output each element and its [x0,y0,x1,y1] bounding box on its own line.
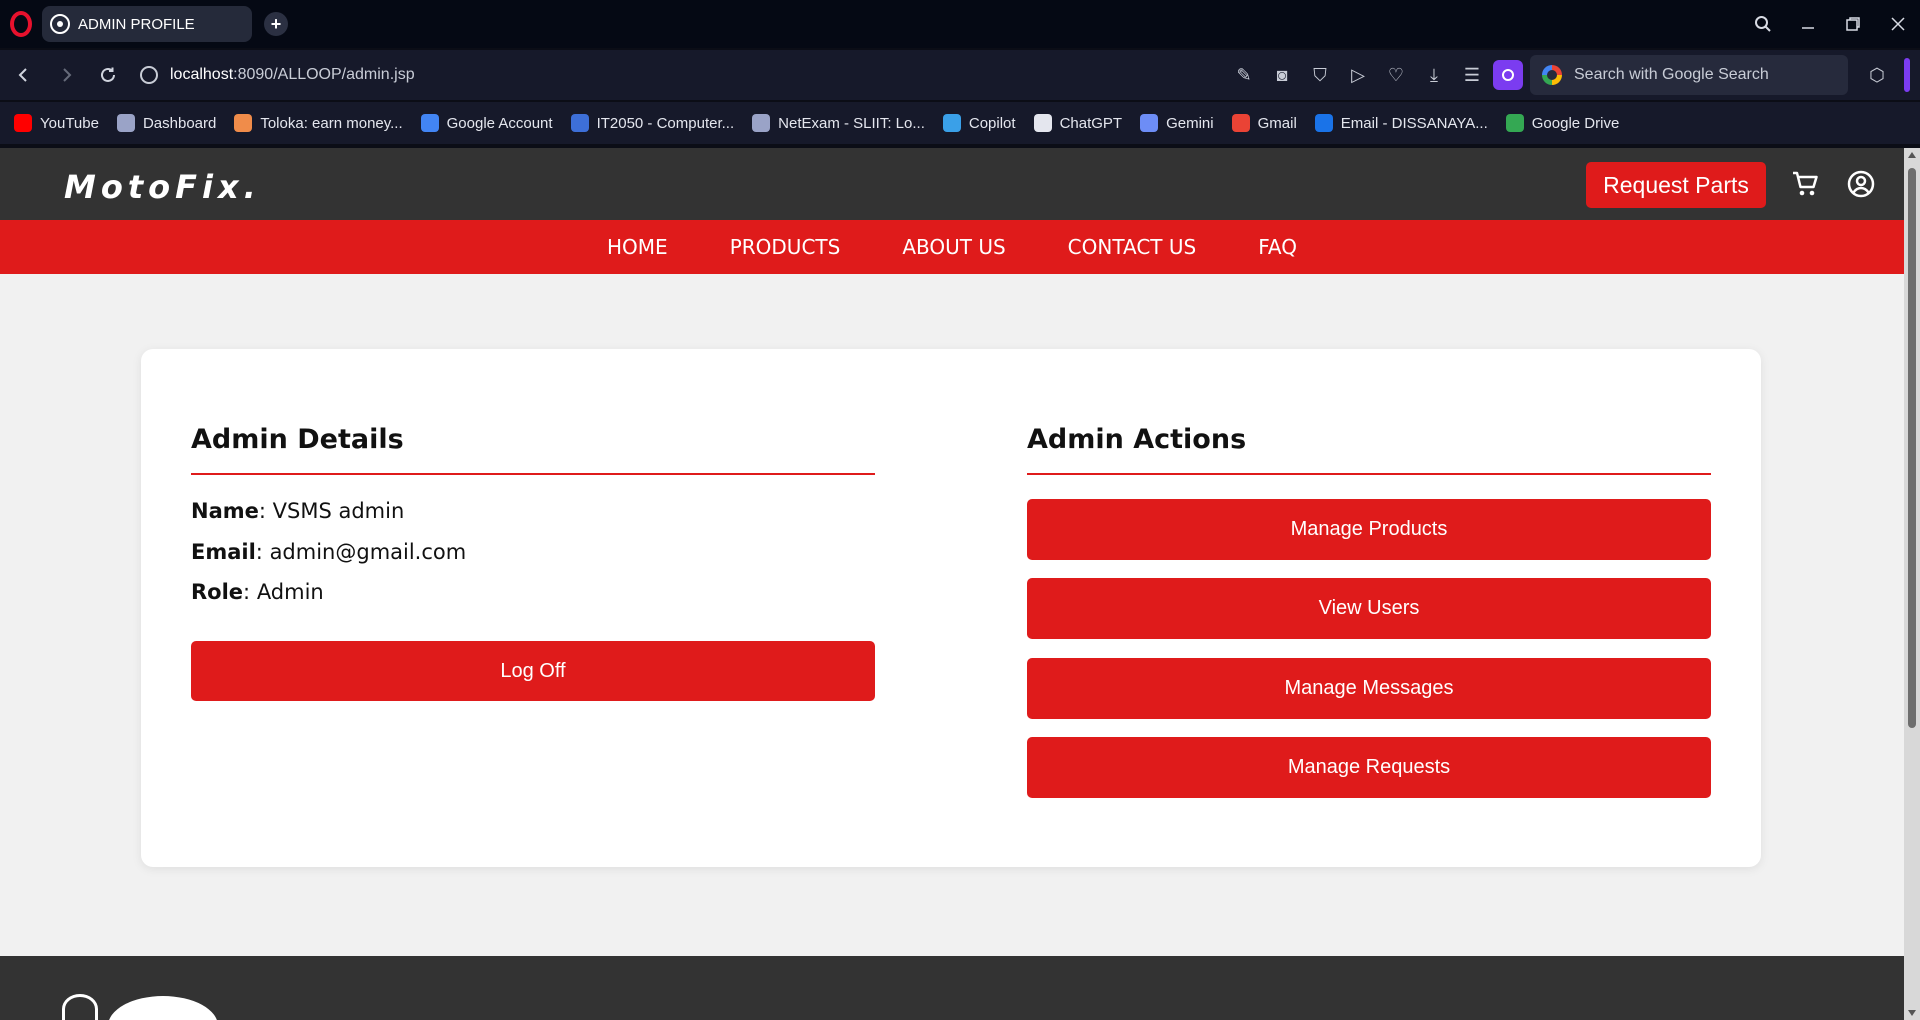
google-drive-icon [1505,114,1524,132]
copilot-icon [942,114,961,132]
google-logo-icon [1542,65,1562,85]
admin-details-divider [191,473,875,475]
scroll-down-arrow-icon[interactable] [1908,1010,1916,1016]
nav-home[interactable]: HOME [607,235,668,259]
log-off-button[interactable]: Log Off [191,641,875,701]
gemini-icon [1140,114,1159,132]
back-arrow-icon[interactable] [6,57,42,93]
bookmark-youtube[interactable]: YouTube [14,114,99,132]
new-tab-button[interactable]: + [264,12,288,36]
page-viewport: MotoFix. Request Parts HOME PRODUCTS ABO… [0,148,1920,1020]
extensions-cube-icon[interactable]: ⬡ [1862,60,1892,90]
opera-logo-icon[interactable] [10,11,32,37]
heart-icon[interactable]: ♡ [1377,56,1415,94]
netexam-icon [752,114,771,132]
dashboard-icon [116,114,135,132]
restore-icon[interactable] [1830,0,1875,48]
browser-titlebar: ADMIN PROFILE + [0,0,1920,48]
site-nav: HOME PRODUCTS ABOUT US CONTACT US FAQ [0,220,1904,274]
admin-actions-title: Admin Actions [1027,424,1247,455]
nav-about-us[interactable]: ABOUT US [902,235,1005,259]
bookmark-chatgpt[interactable]: ChatGPT [1033,114,1122,132]
gmail-icon [1231,114,1250,132]
bookmark-gemini[interactable]: Gemini [1140,114,1214,132]
browser-search-box[interactable]: Search with Google Search [1530,55,1848,95]
bookmark-google-drive[interactable]: Google Drive [1505,114,1619,132]
bookmark-it2050[interactable]: IT2050 - Computer... [570,114,734,132]
site-logo[interactable]: MotoFix. [64,168,261,206]
cart-icon[interactable] [1790,168,1822,200]
close-icon[interactable] [1875,0,1920,48]
admin-card: Admin Details Name: VSMS admin Email: ad… [141,349,1761,867]
scroll-up-arrow-icon[interactable] [1908,152,1916,158]
bookmark-copilot[interactable]: Copilot [942,114,1016,132]
download-icon[interactable]: ⤓ [1415,56,1453,94]
toloka-icon [234,114,253,132]
browser-tab[interactable]: ADMIN PROFILE [42,6,252,42]
site-footer [0,956,1904,1020]
shield-icon[interactable]: ⛉ [1301,56,1339,94]
minimize-icon[interactable] [1785,0,1830,48]
scrollbar-thumb[interactable] [1908,168,1916,728]
site-header: MotoFix. Request Parts [0,148,1904,220]
bookmark-email[interactable]: Email - DISSANAYA... [1314,114,1488,132]
reload-icon[interactable] [90,57,126,93]
camera-icon[interactable]: ◙ [1263,56,1301,94]
profile-icon[interactable] [1493,60,1523,90]
search-placeholder: Search with Google Search [1574,66,1769,83]
nav-contact-us[interactable]: CONTACT US [1068,235,1197,259]
bookmark-gmail[interactable]: Gmail [1231,114,1297,132]
window-controls [1740,0,1920,48]
bookmark-toloka[interactable]: Toloka: earn money... [234,114,403,132]
url-field[interactable]: localhost:8090/ALLOOP/admin.jsp [170,66,415,84]
detail-email: Email: admin@gmail.com [191,540,467,564]
easy-setup-icon[interactable]: ☰ [1453,56,1491,94]
youtube-icon [14,114,32,132]
manage-messages-button[interactable]: Manage Messages [1027,658,1711,719]
site-info-globe-icon[interactable] [140,66,158,84]
bookmark-netexam[interactable]: NetExam - SLIIT: Lo... [752,114,925,132]
send-icon[interactable]: ▷ [1339,56,1377,94]
chatgpt-icon [1033,114,1052,132]
search-tabs-icon[interactable] [1740,0,1785,48]
nav-faq[interactable]: FAQ [1258,235,1297,259]
manage-requests-button[interactable]: Manage Requests [1027,737,1711,798]
admin-details-title: Admin Details [191,424,404,455]
detail-role: Role: Admin [191,580,324,604]
google-icon [420,114,439,132]
nav-products[interactable]: PRODUCTS [730,235,841,259]
request-parts-button[interactable]: Request Parts [1586,162,1766,208]
settings-gear-icon [50,14,70,34]
bookmark-google-account[interactable]: Google Account [420,114,553,132]
address-bar: localhost:8090/ALLOOP/admin.jsp ✎ ◙ ⛉ ▷ … [0,50,1920,100]
footer-logo-icon [108,996,218,1020]
tab-title: ADMIN PROFILE [78,15,195,33]
outlook-icon [1314,114,1333,132]
admin-actions-divider [1027,473,1711,475]
footer-mascot-icon [62,994,98,1020]
toolbar-icons: ✎ ◙ ⛉ ▷ ♡ ⤓ ☰ [1225,50,1523,100]
bookmark-dashboard[interactable]: Dashboard [116,114,216,132]
forward-arrow-icon[interactable] [48,57,84,93]
detail-name: Name: VSMS admin [191,499,405,523]
edit-icon[interactable]: ✎ [1225,56,1263,94]
page-scrollbar[interactable] [1904,148,1920,1020]
manage-products-button[interactable]: Manage Products [1027,499,1711,560]
bookmarks-bar: YouTube Dashboard Toloka: earn money... … [0,102,1920,144]
view-users-button[interactable]: View Users [1027,578,1711,639]
account-circle-icon[interactable] [1845,168,1877,200]
classroom-icon [570,114,589,132]
sidebar-toggle[interactable] [1904,58,1910,92]
